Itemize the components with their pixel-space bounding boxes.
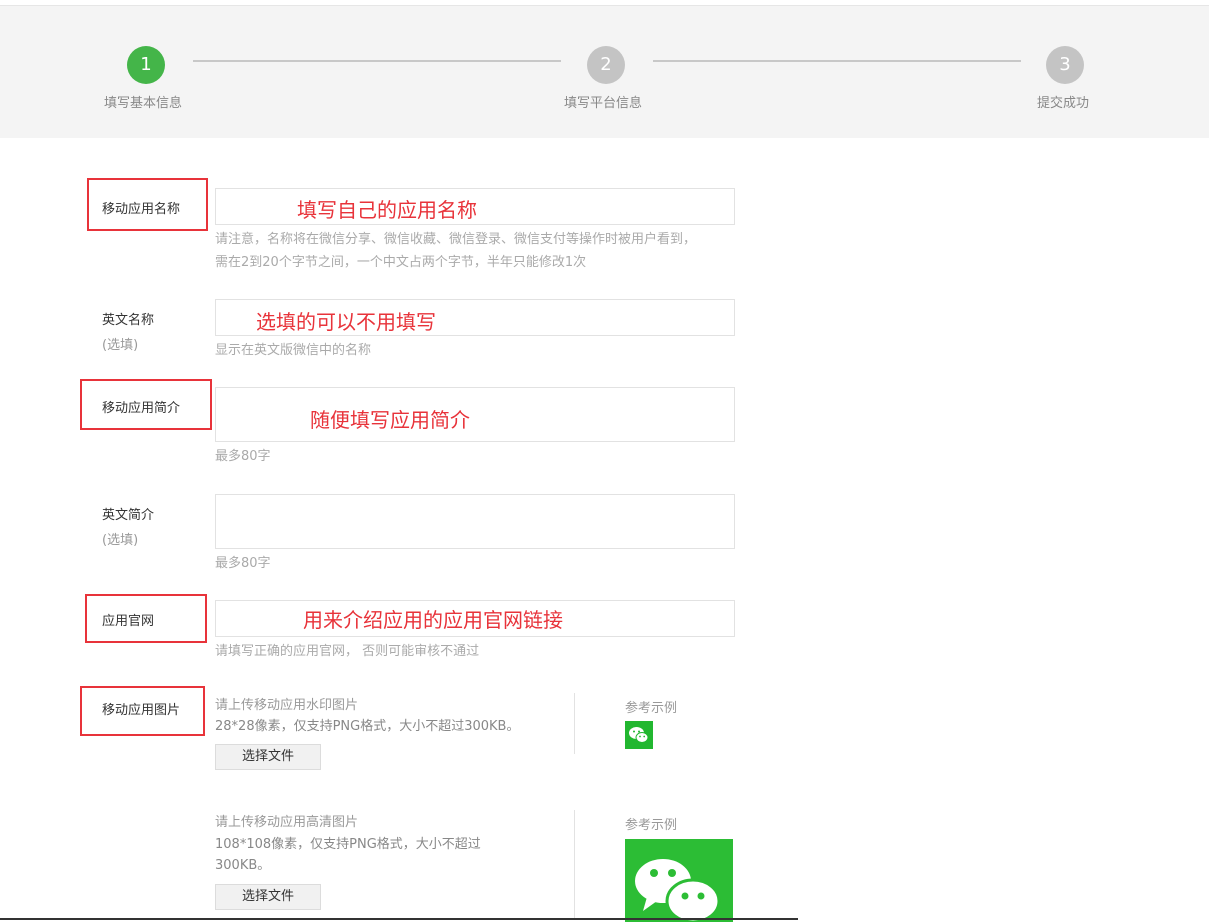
app-intro-hint: 最多80字 [215, 449, 271, 464]
bottom-divider [0, 918, 798, 920]
app-intro-label: 移动应用简介 [102, 401, 181, 416]
app-name-annotation: 填写自己的应用名称 [297, 198, 477, 222]
step-2-label: 填写平台信息 [564, 96, 643, 111]
english-intro-hint: 最多80字 [215, 556, 271, 571]
app-image-label: 移动应用图片 [102, 703, 181, 718]
watermark-upload-spec: 28*28像素，仅支持PNG格式，大小不超过300KB。 [215, 719, 520, 734]
step-connector-1 [193, 60, 561, 62]
step-3-label: 提交成功 [1037, 96, 1090, 111]
app-intro-annotation: 随便填写应用简介 [310, 408, 470, 432]
step-2-circle: 2 [587, 46, 625, 84]
english-name-label: 英文名称 (选填) [102, 309, 154, 353]
hd-upload-title: 请上传移动应用高清图片 [215, 815, 359, 830]
english-name-hint: 显示在英文版微信中的名称 [215, 343, 372, 358]
english-intro-label-text: 英文简介 [102, 508, 155, 523]
step-1-label: 填写基本信息 [104, 96, 183, 111]
website-annotation: 用来介绍应用的应用官网链接 [303, 608, 563, 632]
english-intro-optional: (选填) [102, 533, 139, 548]
step-connector-2 [653, 60, 1021, 62]
wechat-small-svg [629, 727, 649, 743]
website-hint: 请填写正确的应用官网， 否则可能审核不通过 [215, 644, 480, 659]
hd-divider [574, 810, 575, 918]
step-3-circle: 3 [1046, 46, 1084, 84]
watermark-upload-title: 请上传移动应用水印图片 [215, 698, 359, 713]
hd-upload-spec-2: 300KB。 [215, 858, 271, 873]
watermark-ref-label: 参考示例 [625, 701, 678, 716]
english-intro-textarea[interactable] [215, 494, 735, 549]
wechat-icon [625, 721, 653, 749]
hd-choose-file-button[interactable]: 选择文件 [215, 884, 321, 910]
app-intro-textarea[interactable] [215, 387, 735, 442]
wechat-large-svg [635, 859, 721, 922]
english-name-label-text: 英文名称 [102, 313, 155, 328]
website-label: 应用官网 [102, 614, 155, 629]
app-name-hint-1: 请注意，名称将在微信分享、微信收藏、微信登录、微信支付等操作时被用户看到， [215, 232, 697, 247]
step-1-circle: 1 [127, 46, 165, 84]
english-name-optional: (选填) [102, 338, 139, 353]
english-intro-label: 英文简介 (选填) [102, 504, 154, 548]
hd-upload-spec-1: 108*108像素，仅支持PNG格式，大小不超过 [215, 837, 481, 852]
watermark-divider [574, 693, 575, 754]
hd-ref-label: 参考示例 [625, 818, 678, 833]
app-name-label: 移动应用名称 [102, 202, 181, 217]
watermark-choose-file-button[interactable]: 选择文件 [215, 744, 321, 770]
wechat-icon [625, 839, 733, 922]
english-name-annotation: 选填的可以不用填写 [256, 310, 436, 334]
app-name-hint-2: 需在2到20个字节之间，一个中文占两个字节，半年只能修改1次 [215, 255, 587, 270]
